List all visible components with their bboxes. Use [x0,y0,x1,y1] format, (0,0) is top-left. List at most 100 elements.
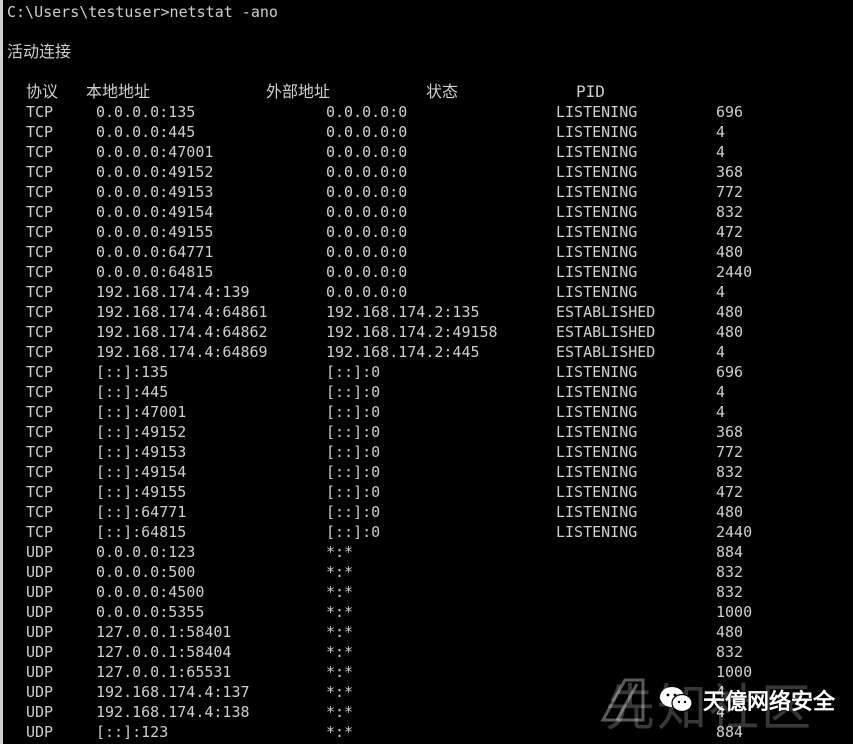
connection-row: TCP 192.168.174.4:139 0.0.0.0:0 LISTENING 4 [0,282,853,302]
cell-local-address: [::]:123 [96,723,169,741]
cell-local-address: 0.0.0.0:123 [96,543,196,561]
cell-proto: TCP [26,463,54,481]
cell-pid: 2440 [716,523,753,541]
cell-pid: 4 [716,403,726,421]
cell-foreign-address: 0.0.0.0:0 [326,283,408,301]
cell-local-address: [::]:49153 [96,443,187,461]
connection-row: TCP [::]:64815 [::]:0 LISTENING 2440 [0,522,853,542]
column-header-pid: PID [576,82,605,101]
cell-local-address: 192.168.174.4:64862 [96,323,268,341]
cell-local-address: 0.0.0.0:135 [96,103,196,121]
cell-foreign-address: [::]:0 [326,383,381,401]
cell-state: LISTENING [556,183,638,201]
cell-foreign-address: *:* [326,723,354,741]
cell-proto: TCP [26,203,54,221]
cell-pid: 832 [716,583,744,601]
connection-row: UDP 0.0.0.0:4500 *:* 832 [0,582,853,602]
cell-pid: 772 [716,443,744,461]
connection-row: TCP [::]:47001 [::]:0 LISTENING 4 [0,402,853,422]
cell-pid: 696 [716,103,744,121]
cell-proto: UDP [26,583,54,601]
cell-local-address: [::]:64771 [96,503,187,521]
cell-proto: UDP [26,703,54,721]
cell-pid: 480 [716,503,744,521]
cell-local-address: [::]:49152 [96,423,187,441]
cell-proto: TCP [26,243,54,261]
cell-proto: TCP [26,143,54,161]
cell-proto: UDP [26,723,54,741]
cell-foreign-address: [::]:0 [326,443,381,461]
cell-state: LISTENING [556,163,638,181]
cell-state: LISTENING [556,223,638,241]
cell-state: ESTABLISHED [556,323,656,341]
cell-state: LISTENING [556,503,638,521]
connection-row: UDP 0.0.0.0:123 *:* 884 [0,542,853,562]
cell-state: LISTENING [556,123,638,141]
connection-row: TCP 0.0.0.0:64815 0.0.0.0:0 LISTENING 2440 [0,262,853,282]
command-prompt: C:\Users\testuser>netstat -ano [7,3,278,21]
cell-pid: 832 [716,563,744,581]
column-header-state: 状态 [426,82,459,101]
cell-local-address: 192.168.174.4:64869 [96,343,268,361]
cell-pid: 696 [716,363,744,381]
connection-row: TCP 192.168.174.4:64869 192.168.174.2:445 E… [0,342,853,362]
cell-foreign-address: 0.0.0.0:0 [326,183,408,201]
cell-pid: 1000 [716,603,753,621]
cell-foreign-address: [::]:0 [326,523,381,541]
cell-pid: 772 [716,183,744,201]
cell-foreign-address: 192.168.174.2:445 [326,343,480,361]
cell-pid: 4 [716,343,726,361]
connection-row: TCP [::]:64771 [::]:0 LISTENING 480 [0,502,853,522]
cell-proto: TCP [26,123,54,141]
cell-proto: TCP [26,483,54,501]
cell-proto: TCP [26,263,54,281]
cell-proto: UDP [26,623,54,641]
cell-foreign-address: *:* [326,563,354,581]
cell-pid: 2440 [716,263,753,281]
cell-local-address: 192.168.174.4:138 [96,703,250,721]
cell-local-address: 0.0.0.0:49154 [96,203,214,221]
column-header-proto: 协议 [26,82,59,101]
cell-foreign-address: [::]:0 [326,363,381,381]
cell-foreign-address: 0.0.0.0:0 [326,203,408,221]
active-connections-heading: 活动连接 [7,42,72,61]
cell-foreign-address: *:* [326,623,354,641]
console-window[interactable]: C:\Users\testuser>netstat -ano 活动连接 协议 本… [0,0,853,744]
cell-proto: TCP [26,223,54,241]
cell-state: LISTENING [556,483,638,501]
cell-local-address: 0.0.0.0:47001 [96,143,214,161]
cell-proto: UDP [26,643,54,661]
cell-state: LISTENING [556,403,638,421]
cell-local-address: 192.168.174.4:139 [96,283,250,301]
connection-row: TCP 0.0.0.0:64771 0.0.0.0:0 LISTENING 480 [0,242,853,262]
column-header-foreign: 外部地址 [266,82,331,101]
cell-foreign-address: *:* [326,663,354,681]
cell-proto: TCP [26,363,54,381]
cell-foreign-address: *:* [326,703,354,721]
cell-proto: TCP [26,163,54,181]
cell-proto: UDP [26,603,54,621]
cell-foreign-address: 0.0.0.0:0 [326,143,408,161]
cell-foreign-address: 0.0.0.0:0 [326,243,408,261]
cell-proto: TCP [26,383,54,401]
connection-row: TCP 0.0.0.0:49152 0.0.0.0:0 LISTENING 368 [0,162,853,182]
cell-foreign-address: *:* [326,603,354,621]
cell-proto: TCP [26,503,54,521]
cell-state: LISTENING [556,463,638,481]
cell-proto: TCP [26,303,54,321]
cell-foreign-address: 192.168.174.2:135 [326,303,480,321]
cell-local-address: 192.168.174.4:137 [96,683,250,701]
cell-pid: 4 [716,283,726,301]
cell-state: ESTABLISHED [556,343,656,361]
cell-state: LISTENING [556,203,638,221]
cell-pid: 4 [716,143,726,161]
cell-pid: 832 [716,463,744,481]
cell-foreign-address: *:* [326,543,354,561]
cell-pid: 480 [716,243,744,261]
connection-row: TCP 0.0.0.0:49153 0.0.0.0:0 LISTENING 772 [0,182,853,202]
cell-local-address: [::]:135 [96,363,169,381]
connection-row: TCP [::]:49152 [::]:0 LISTENING 368 [0,422,853,442]
cell-state: LISTENING [556,263,638,281]
connection-row: TCP 192.168.174.4:64862 192.168.174.2:4915… [0,322,853,342]
connection-row: UDP 127.0.0.1:58401 *:* 480 [0,622,853,642]
